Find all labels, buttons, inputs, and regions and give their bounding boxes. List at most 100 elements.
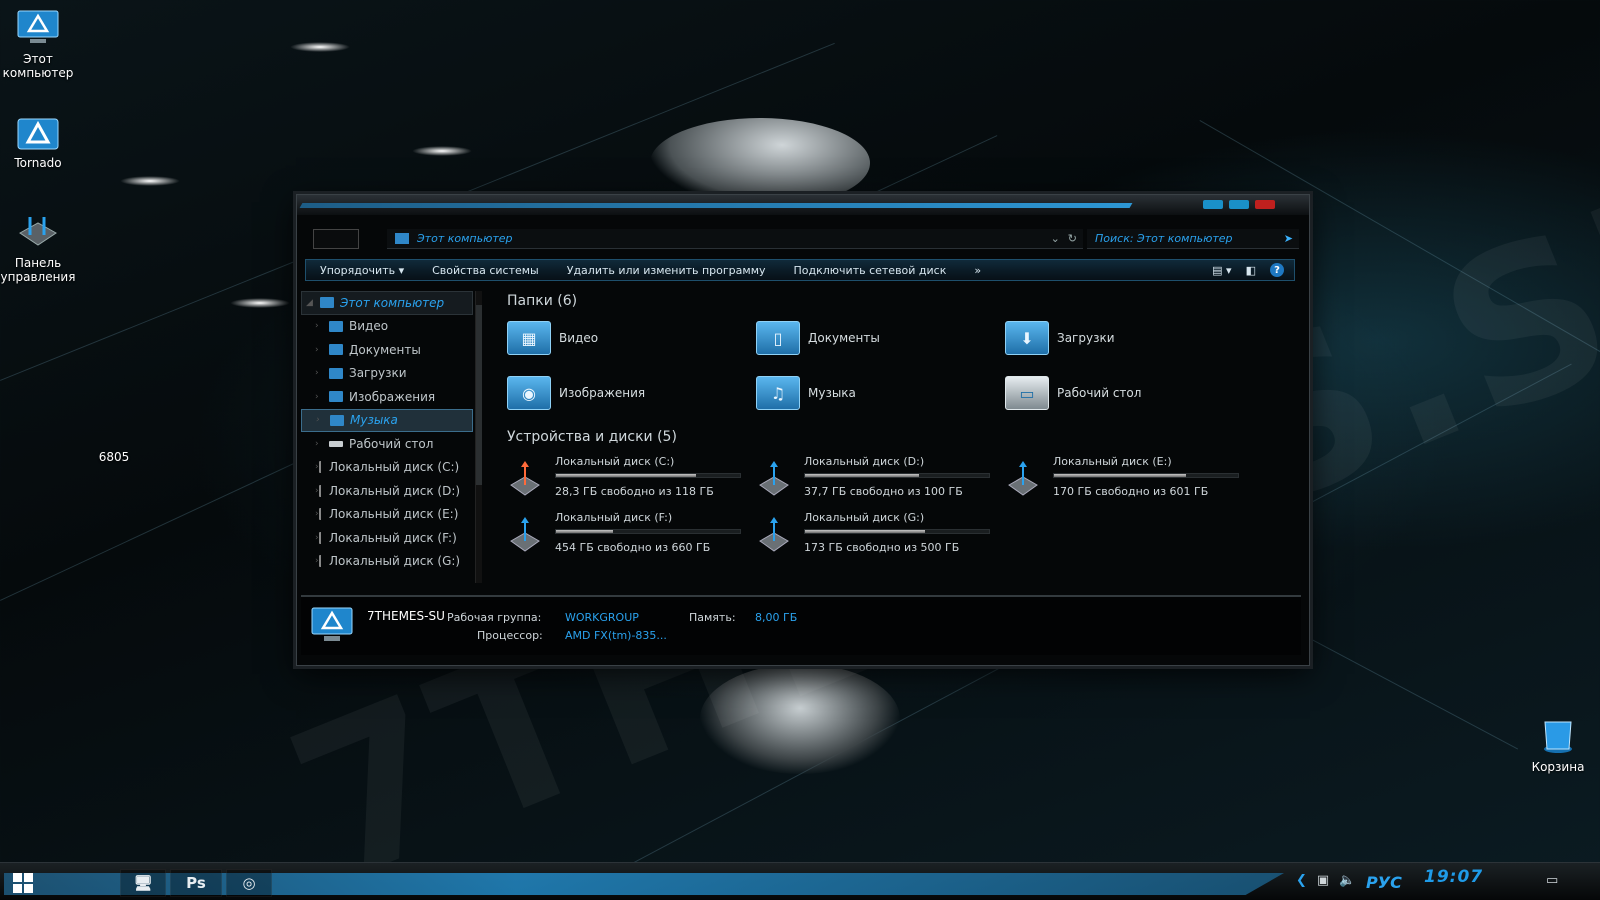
nav-item-drive-c[interactable]: › Локальный диск (C:) <box>301 456 473 480</box>
address-crumb[interactable]: Этот компьютер <box>417 232 513 245</box>
nav-item-desktop[interactable]: › Рабочий стол <box>301 432 473 456</box>
nav-item-drive-g[interactable]: › Локальный диск (G:) <box>301 550 473 574</box>
desktop-icon-label: Tornado <box>14 156 62 170</box>
chevron-right-icon[interactable]: › <box>315 392 329 402</box>
chevron-down-icon[interactable]: ⌄ <box>1051 232 1060 245</box>
drive-g[interactable]: Локальный диск (G:) 173 ГБ свободно из 5… <box>756 511 992 559</box>
desktop-icon-this-pc[interactable]: Этот компьютер <box>0 8 76 80</box>
drive-name: Локальный диск (E:) <box>1053 455 1172 468</box>
language-indicator[interactable]: РУС <box>1366 873 1402 892</box>
folder-pictures[interactable]: ◉ Изображения <box>507 376 645 410</box>
drive-icon <box>319 461 325 474</box>
drives-group-title[interactable]: Устройства и диски (5) <box>507 429 677 445</box>
drive-free-space: 454 ГБ свободно из 660 ГБ <box>555 541 711 554</box>
drive-e[interactable]: Локальный диск (E:) 170 ГБ свободно из 6… <box>1005 455 1241 503</box>
drive-icon <box>319 555 325 568</box>
organize-button[interactable]: Упорядочить ▾ <box>306 264 418 277</box>
chevron-down-icon[interactable]: ◢ <box>306 298 320 308</box>
downloads-folder-icon <box>329 367 343 379</box>
title-bar[interactable] <box>297 195 1309 215</box>
nav-item-label: Рабочий стол <box>349 436 434 451</box>
view-options-icon[interactable]: ▤ ▾ <box>1212 264 1231 277</box>
nav-item-music[interactable]: › Музыка <box>301 408 473 432</box>
taskbar-photoshop-button[interactable]: Ps <box>170 869 222 897</box>
folder-label: Изображения <box>559 386 646 400</box>
folder-music[interactable]: ♫ Музыка <box>756 376 856 410</box>
nav-item-label: Видео <box>349 319 389 334</box>
minimize-button[interactable] <box>1203 200 1223 209</box>
tray-expand-icon[interactable]: ❮ <box>1296 873 1307 888</box>
drive-name: Локальный диск (F:) <box>555 511 673 524</box>
nav-item-downloads[interactable]: › Загрузки <box>301 362 473 386</box>
folders-group-title[interactable]: Папки (6) <box>507 293 577 309</box>
network-icon[interactable]: ▣ <box>1317 873 1329 888</box>
nav-item-label: Локальный диск (E:) <box>329 507 459 522</box>
drive-c[interactable]: Локальный диск (C:) 28,3 ГБ свободно из … <box>507 455 743 503</box>
monitor-icon: 🖥 <box>133 874 153 892</box>
nav-item-drive-d[interactable]: › Локальный диск (D:) <box>301 479 473 503</box>
help-icon[interactable]: ? <box>1270 263 1284 277</box>
chevron-right-icon[interactable]: › <box>316 415 330 425</box>
uninstall-program-button[interactable]: Удалить или изменить программу <box>553 264 780 277</box>
start-button[interactable] <box>8 869 38 897</box>
maximize-button[interactable] <box>1229 200 1249 209</box>
nav-scrollbar[interactable] <box>475 291 482 583</box>
refresh-icon[interactable]: ↻ <box>1068 232 1077 245</box>
back-forward-buttons[interactable] <box>313 229 359 249</box>
search-input[interactable]: Поиск: Этот компьютер ➤ <box>1087 229 1299 249</box>
drive-icon <box>319 508 325 521</box>
drive-f[interactable]: Локальный диск (F:) 454 ГБ свободно из 6… <box>507 511 743 559</box>
nav-item-drive-e[interactable]: › Локальный диск (E:) <box>301 503 473 527</box>
scrollbar-thumb[interactable] <box>476 305 482 485</box>
search-go-icon[interactable]: ➤ <box>1284 232 1293 245</box>
taskbar-chrome-button[interactable]: ◎ <box>226 869 272 897</box>
tornado-folder-icon <box>16 112 60 152</box>
system-properties-button[interactable]: Свойства системы <box>418 264 553 277</box>
desktop-icon-label: Этот компьютер <box>2 52 74 80</box>
desktop-icon-recycle-bin[interactable]: Корзина <box>1520 716 1596 774</box>
clock[interactable]: 19:07 <box>1424 867 1483 887</box>
action-center-icon[interactable]: ▭ <box>1546 873 1558 888</box>
drive-free-space: 28,3 ГБ свободно из 118 ГБ <box>555 485 714 498</box>
desktop-icon-label: Панель управления <box>0 256 76 284</box>
close-button[interactable] <box>1255 200 1275 209</box>
taskbar-explorer-button[interactable]: 🖥 <box>120 869 166 897</box>
folder-video[interactable]: ▦ Видео <box>507 321 598 355</box>
chevron-right-icon[interactable]: › <box>315 345 329 355</box>
address-bar[interactable]: Этот компьютер ⌄ ↻ <box>387 229 1083 249</box>
nav-item-documents[interactable]: › Документы <box>301 338 473 362</box>
pictures-folder-icon <box>329 391 343 403</box>
folder-documents[interactable]: ▯ Документы <box>756 321 880 355</box>
nav-item-label: Локальный диск (F:) <box>329 530 457 545</box>
desktop-icon-tornado[interactable]: Tornado <box>0 112 76 170</box>
folder-downloads[interactable]: ⬇ Загрузки <box>1005 321 1115 355</box>
map-network-drive-button[interactable]: Подключить сетевой диск <box>780 264 961 277</box>
desktop-folder-icon <box>329 440 343 447</box>
music-folder-icon: ♫ <box>756 376 800 410</box>
desktop-icon-6805[interactable]: 6805 <box>76 420 152 464</box>
nav-item-drive-f[interactable]: › Локальный диск (F:) <box>301 526 473 550</box>
chevron-right-icon[interactable]: › <box>315 439 329 449</box>
more-commands-button[interactable]: » <box>960 264 995 277</box>
nav-item-video[interactable]: › Видео <box>301 315 473 339</box>
chevron-right-icon[interactable]: › <box>315 321 329 331</box>
folder-label: Документы <box>808 331 880 345</box>
workgroup-value: WORKGROUP <box>565 611 639 624</box>
drive-d[interactable]: Локальный диск (D:) 37,7 ГБ свободно из … <box>756 455 992 503</box>
folder-desktop[interactable]: ▭ Рабочий стол <box>1005 376 1141 410</box>
nav-item-label: Загрузки <box>349 366 407 381</box>
nav-item-label: Локальный диск (D:) <box>329 483 461 498</box>
drive-icon <box>510 461 540 496</box>
volume-icon[interactable]: 🔈 <box>1339 873 1355 888</box>
preview-pane-icon[interactable]: ◧ <box>1246 264 1256 277</box>
downloads-folder-icon: ⬇ <box>1005 321 1049 355</box>
drive-usage-fill <box>556 474 696 477</box>
command-bar: Упорядочить ▾ Свойства системы Удалить и… <box>305 259 1295 281</box>
desktop-icon-control-panel[interactable]: Панель управления <box>0 212 76 284</box>
nav-item-pictures[interactable]: › Изображения <box>301 385 473 409</box>
nav-item-this-pc[interactable]: ◢ Этот компьютер <box>301 291 473 315</box>
documents-folder-icon <box>329 344 343 356</box>
drive-free-space: 37,7 ГБ свободно из 100 ГБ <box>804 485 963 498</box>
chrome-icon: ◎ <box>242 874 256 892</box>
chevron-right-icon[interactable]: › <box>315 368 329 378</box>
